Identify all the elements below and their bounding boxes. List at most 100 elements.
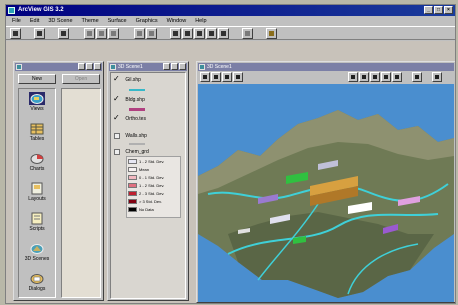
theme-bldg[interactable]: Bldg.shp — [113, 94, 145, 103]
legend-close-button[interactable] — [179, 63, 186, 70]
project-maximize-button[interactable] — [86, 63, 93, 70]
full-extent-icon[interactable] — [348, 72, 358, 82]
new-button[interactable]: New — [18, 74, 56, 84]
scene-legend-window: 3D Scene1 Gil.shp Bldg.shp — [107, 61, 189, 301]
zoom-to-selected-icon[interactable] — [370, 72, 380, 82]
menu-surface[interactable]: Surface — [108, 18, 127, 24]
pan-tool-icon[interactable] — [233, 72, 243, 82]
doc-type-layouts[interactable]: Layouts — [19, 182, 55, 202]
3d-scene-viewer-window: 3D Scene1 — [196, 61, 455, 303]
open-button[interactable]: Open — [62, 74, 100, 84]
menu-window[interactable]: Window — [167, 18, 187, 24]
zoom-full-icon[interactable] — [218, 28, 229, 39]
zoom-out-icon[interactable] — [206, 28, 217, 39]
help-icon[interactable] — [266, 28, 277, 39]
theme-ortho-checkbox[interactable] — [113, 113, 120, 122]
project-minimize-button[interactable] — [78, 63, 85, 70]
layouts-icon — [29, 182, 45, 195]
zoom-selected-icon[interactable] — [170, 28, 181, 39]
project-window-title-bar[interactable] — [15, 63, 102, 71]
legend-minimize-button[interactable] — [163, 63, 170, 70]
grid-class-2-swatch — [128, 167, 137, 173]
menu-help[interactable]: Help — [195, 18, 206, 24]
save-project-icon[interactable] — [10, 28, 21, 39]
grid-class-5-swatch — [128, 191, 137, 197]
doc-type-dialogs[interactable]: Dialogs — [19, 272, 55, 292]
theme-chem-grd[interactable]: Chem_grd — [114, 149, 149, 155]
views-icon — [29, 92, 45, 105]
zoom-out-tool-icon[interactable] — [222, 72, 232, 82]
zoom-extent-icon[interactable] — [134, 28, 145, 39]
minimize-pane-icon[interactable] — [412, 72, 422, 82]
zoom-themes-icon[interactable] — [146, 28, 157, 39]
menu-3d-scene[interactable]: 3D Scene — [48, 18, 72, 24]
grid-class-6: > 3 Std. Dev. — [128, 199, 162, 205]
doc-type-charts[interactable]: Charts — [19, 152, 55, 172]
grid-class-5-label: 2 - 3 Std. Dev. — [139, 191, 165, 196]
zoom-in-icon[interactable] — [194, 28, 205, 39]
add-theme-icon[interactable] — [34, 28, 45, 39]
theme-gil[interactable]: Gil.shp — [113, 74, 141, 83]
pointer-icon[interactable] — [392, 72, 402, 82]
close-button[interactable]: × — [444, 6, 453, 14]
grid-class-7: No Data — [128, 207, 154, 213]
maximize-button[interactable]: □ — [434, 6, 443, 14]
doc-type-scripts[interactable]: Scripts — [19, 212, 55, 232]
doc-type-3d-scenes[interactable]: 3D Scenes — [19, 242, 55, 262]
grid-class-7-swatch — [128, 207, 137, 213]
legend-window-title-bar[interactable]: 3D Scene1 — [109, 63, 187, 71]
menu-file[interactable]: File — [12, 18, 21, 24]
menu-graphics[interactable]: Graphics — [136, 18, 158, 24]
theme-on-icon[interactable] — [84, 28, 95, 39]
legend-maximize-button[interactable] — [171, 63, 178, 70]
identify-icon[interactable] — [381, 72, 391, 82]
menu-edit[interactable]: Edit — [30, 18, 39, 24]
menu-theme[interactable]: Theme — [82, 18, 99, 24]
scene-viewer-title-bar[interactable]: 3D Scene1 — [198, 63, 454, 71]
project-close-button[interactable] — [94, 63, 101, 70]
theme-gil-checkbox[interactable] — [113, 74, 120, 83]
theme-ortho[interactable]: Ortho.tes — [113, 113, 146, 122]
charts-icon — [29, 152, 45, 165]
scene-viewer-title: 3D Scene1 — [207, 64, 232, 70]
mdi-workspace: New Open Views Tables Charts Layouts Scr… — [6, 41, 455, 303]
grid-class-1: 1 - 2 Std. Dev. — [128, 159, 164, 165]
properties-icon[interactable] — [58, 28, 69, 39]
theme-walls[interactable]: Walls.shp — [114, 133, 147, 139]
grid-class-6-swatch — [128, 199, 137, 205]
doc-type-views[interactable]: Views — [19, 92, 55, 112]
3d-terrain-canvas[interactable] — [198, 84, 454, 302]
document-type-list: Views Tables Charts Layouts Scripts 3D S… — [18, 88, 56, 298]
app-title: ArcView GIS 3.2 — [18, 7, 64, 13]
theme-gil-name: Gil.shp — [125, 77, 141, 83]
grid-class-2-label: Mean — [139, 167, 150, 172]
terrain-render — [198, 110, 454, 298]
theme-walls-checkbox[interactable] — [114, 133, 120, 139]
navigate-icon[interactable] — [182, 28, 193, 39]
theme-bldg-checkbox[interactable] — [113, 94, 120, 103]
doc-type-dialogs-label: Dialogs — [28, 286, 46, 292]
grid-class-3-label: 0 - 1 Std. Dev. — [139, 175, 165, 180]
theme-walls-symbol — [129, 143, 145, 145]
theme-gil-symbol — [129, 89, 145, 91]
theme-chem-grd-checkbox[interactable] — [114, 149, 120, 155]
navigate-tool-icon[interactable] — [200, 72, 210, 82]
theme-off-icon[interactable] — [96, 28, 107, 39]
maximize-pane-icon[interactable] — [432, 72, 442, 82]
doc-type-tables[interactable]: Tables — [19, 122, 55, 142]
grid-class-3-swatch — [128, 175, 137, 181]
scripts-icon — [29, 212, 45, 225]
project-window-icon — [16, 64, 22, 70]
layout-icon[interactable] — [242, 28, 253, 39]
theme-chem-grd-name: Chem_grd — [125, 149, 149, 155]
doc-type-views-label: Views — [30, 106, 44, 112]
minimize-button[interactable]: _ — [424, 6, 433, 14]
table-icon[interactable] — [108, 28, 119, 39]
zoom-in-tool-icon[interactable] — [211, 72, 221, 82]
theme-bldg-name: Bldg.shp — [125, 97, 145, 103]
grid-class-1-swatch — [128, 159, 137, 165]
title-bar[interactable]: ArcView GIS 3.2 _ □ × — [6, 5, 455, 16]
scene-viewer-icon — [199, 64, 205, 70]
zoom-to-themes-icon[interactable] — [359, 72, 369, 82]
document-list-pane[interactable] — [61, 88, 101, 298]
